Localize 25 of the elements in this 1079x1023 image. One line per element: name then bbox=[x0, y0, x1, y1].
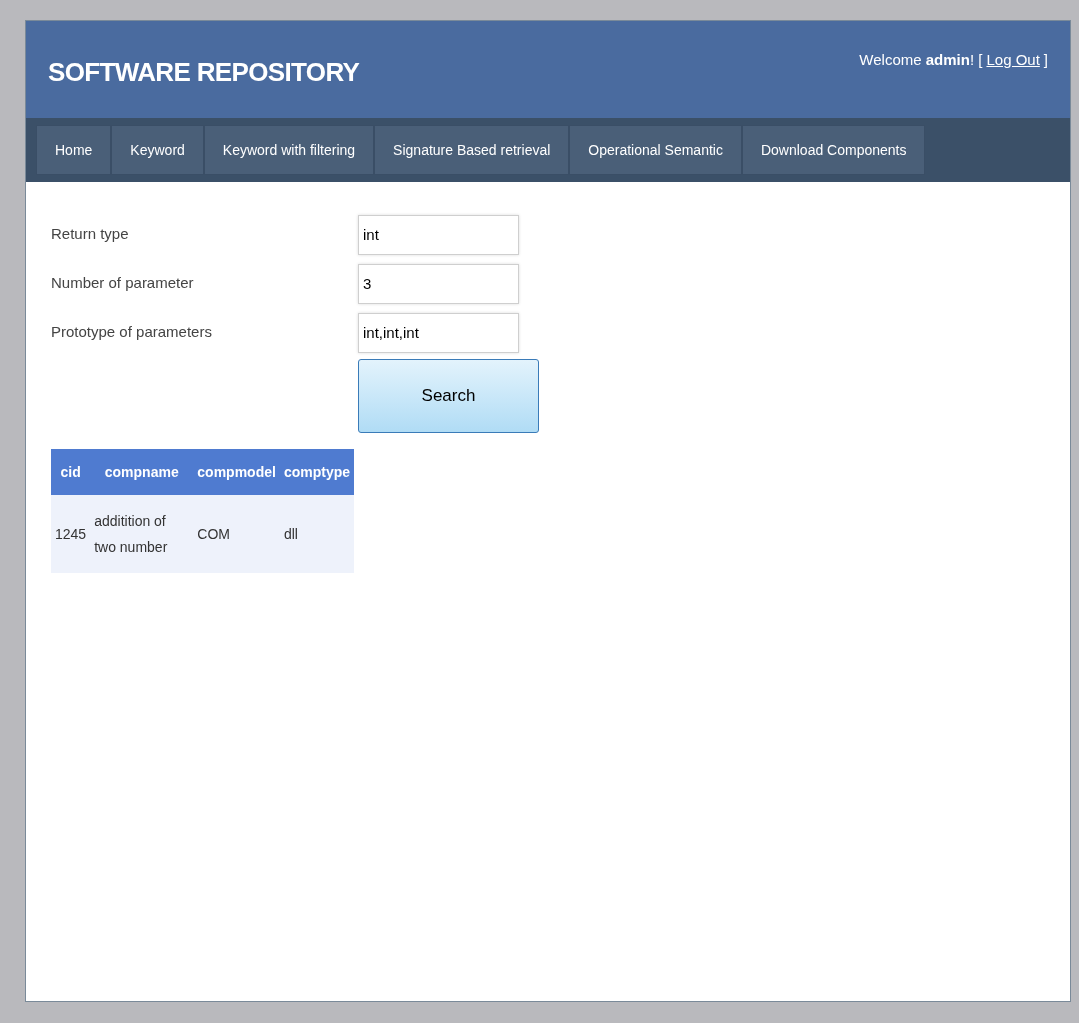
logout-link[interactable]: Log Out bbox=[986, 49, 1040, 72]
column-header: compmodel bbox=[193, 449, 280, 495]
table-cell: dll bbox=[279, 495, 354, 573]
table-cell: additition of two number bbox=[90, 495, 194, 573]
column-header: compname bbox=[90, 449, 194, 495]
nav-tab[interactable]: Signature Based retrieval bbox=[374, 125, 570, 175]
search-button[interactable]: Search bbox=[358, 359, 539, 433]
table-cell: 1245 bbox=[51, 495, 91, 573]
field-label: Return type bbox=[51, 224, 130, 245]
welcome-text: Welcome admin! [ bbox=[859, 50, 983, 70]
bracket-text: ] bbox=[1043, 50, 1048, 70]
table-cell: COM bbox=[193, 495, 280, 573]
nav-tab[interactable]: Operational Semantic bbox=[569, 125, 742, 175]
field-label: Prototype of parameters bbox=[51, 322, 213, 343]
column-header: comptype bbox=[279, 449, 354, 495]
site-title: SOFTWARE REPOSITORY bbox=[48, 59, 360, 85]
text-field[interactable]: int bbox=[358, 214, 519, 255]
nav-tab[interactable]: Download Components bbox=[741, 125, 926, 175]
field-label: Number of parameter bbox=[51, 273, 195, 294]
nav-tab[interactable]: Keyword with filtering bbox=[203, 125, 375, 175]
column-header: cid bbox=[51, 449, 91, 495]
text-field[interactable]: 3 bbox=[358, 263, 519, 304]
text-field[interactable]: int,int,int bbox=[358, 312, 519, 353]
nav-tab[interactable]: Home bbox=[36, 125, 112, 175]
nav-tab[interactable]: Keyword bbox=[111, 125, 204, 175]
